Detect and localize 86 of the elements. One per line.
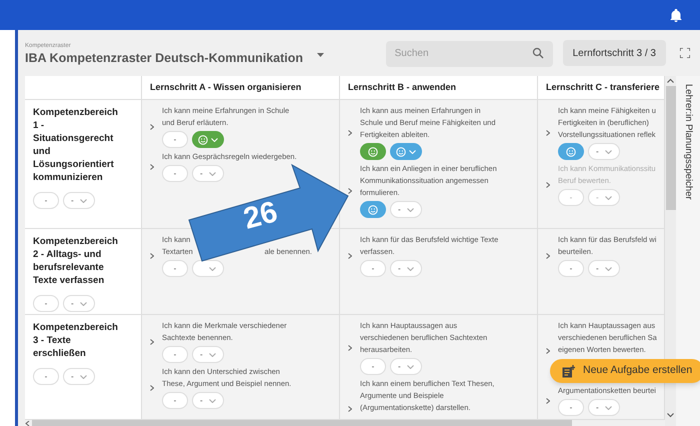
rating-select[interactable]: -: [192, 346, 224, 363]
expand-chevron-icon[interactable]: [546, 398, 550, 404]
progress-button[interactable]: Lernfortschritt 3 / 3: [562, 40, 666, 66]
bell-icon[interactable]: [670, 8, 682, 22]
expand-chevron-icon[interactable]: [546, 182, 550, 188]
grid-selector[interactable]: IBA Kompetenzraster Deutsch-Kommunikation: [25, 50, 304, 66]
chevron-down-icon: [409, 150, 416, 154]
row-heading: Kompetenzbereich 1 - Situationsgerecht und Lösungsorientiert kommunizieren: [33, 106, 119, 184]
rating-button[interactable]: -: [558, 399, 584, 416]
expand-chevron-icon[interactable]: [150, 338, 154, 344]
expand-chevron-icon[interactable]: [546, 130, 550, 136]
rating-button[interactable]: -: [162, 260, 188, 277]
rating-button[interactable]: -: [360, 260, 386, 277]
rating-button[interactable]: [360, 143, 386, 160]
chevron-down-icon: [209, 352, 216, 356]
rating-select[interactable]: -: [588, 399, 620, 416]
rating-button[interactable]: [558, 143, 584, 160]
expand-chevron-icon[interactable]: [546, 348, 550, 354]
expand-chevron-icon[interactable]: [348, 344, 352, 350]
vertical-scrollbar[interactable]: [666, 86, 676, 210]
row-heading: Kompetenzbereich 3 - Texte erschließen: [33, 321, 119, 360]
fullscreen-icon[interactable]: [680, 48, 690, 58]
chevron-down-icon: [209, 398, 216, 402]
search-field[interactable]: Suchen: [386, 40, 553, 66]
rating-select[interactable]: -: [192, 165, 224, 182]
rating-button[interactable]: -: [162, 346, 188, 363]
smiley-icon: [566, 146, 576, 156]
smiley-icon: [198, 134, 208, 144]
expand-chevron-icon[interactable]: [348, 406, 352, 412]
caret-icon[interactable]: [317, 53, 324, 57]
smiley-icon: [368, 146, 378, 156]
chevron-down-icon: [209, 266, 216, 270]
rating-select[interactable]: -: [63, 295, 95, 312]
rating-select[interactable]: -: [63, 192, 95, 209]
rating-select[interactable]: -: [390, 260, 422, 277]
rating-select[interactable]: -: [588, 260, 620, 277]
column-header: Lernschritt C - transferiere: [538, 76, 665, 100]
chevron-down-icon: [209, 172, 216, 176]
expand-chevron-icon[interactable]: [348, 188, 352, 194]
rating-button[interactable]: -: [558, 260, 584, 277]
rating-select[interactable]: [390, 143, 422, 160]
rating-button[interactable]: -: [162, 392, 188, 409]
expand-chevron-icon[interactable]: [348, 252, 352, 258]
smiley-icon: [368, 204, 378, 214]
expand-chevron-icon[interactable]: [150, 384, 154, 390]
expand-chevron-icon[interactable]: [150, 124, 154, 130]
rating-button[interactable]: -: [33, 295, 59, 312]
horizontal-scrollbar[interactable]: [32, 420, 572, 426]
rating-select[interactable]: -: [588, 143, 620, 160]
chevron-down-icon: [407, 266, 414, 270]
rating-button[interactable]: -: [360, 358, 386, 375]
expand-chevron-icon[interactable]: [546, 252, 550, 258]
rating-button[interactable]: [360, 201, 386, 218]
annotation-label: 26: [240, 197, 281, 235]
rating-button[interactable]: -: [33, 192, 59, 209]
chevron-down-icon: [605, 266, 612, 270]
row-heading: Kompetenzbereich 2 - Alltags- und berufsrelevante Texte verfassen: [33, 235, 119, 287]
smiley-icon: [396, 146, 406, 156]
new-task-button[interactable]: Neue Aufgabe erstellen: [550, 359, 700, 383]
scroll-up-icon[interactable]: [667, 78, 674, 83]
chevron-down-icon: [605, 406, 612, 410]
chevron-down-icon: [211, 138, 218, 142]
rating-select[interactable]: -: [192, 392, 224, 409]
chevron-down-icon: [605, 150, 612, 154]
chevron-down-icon: [407, 364, 414, 368]
chevron-down-icon: [407, 208, 414, 212]
scroll-left-icon[interactable]: [25, 420, 30, 426]
rating-select[interactable]: -: [63, 368, 95, 385]
rating-select[interactable]: -: [390, 201, 422, 218]
rating-button[interactable]: -: [162, 131, 188, 148]
chevron-down-icon: [80, 302, 87, 306]
rating-select[interactable]: -: [390, 358, 422, 375]
expand-chevron-icon[interactable]: [348, 130, 352, 136]
column-header: Lernschritt B - anwenden: [340, 76, 538, 100]
search-icon: [532, 47, 544, 59]
column-header: Lernschritt A - Wissen organisieren: [142, 76, 340, 100]
rating-button[interactable]: -: [33, 368, 59, 385]
expand-chevron-icon[interactable]: [150, 164, 154, 170]
scroll-down-icon[interactable]: [667, 413, 674, 418]
rating-button[interactable]: -: [162, 165, 188, 182]
expand-chevron-icon[interactable]: [150, 252, 154, 258]
chevron-down-icon: [80, 198, 87, 202]
chevron-down-icon: [605, 196, 612, 200]
chevron-down-icon: [80, 374, 87, 378]
note-add-icon: [562, 364, 575, 378]
rating-select[interactable]: [192, 131, 224, 148]
